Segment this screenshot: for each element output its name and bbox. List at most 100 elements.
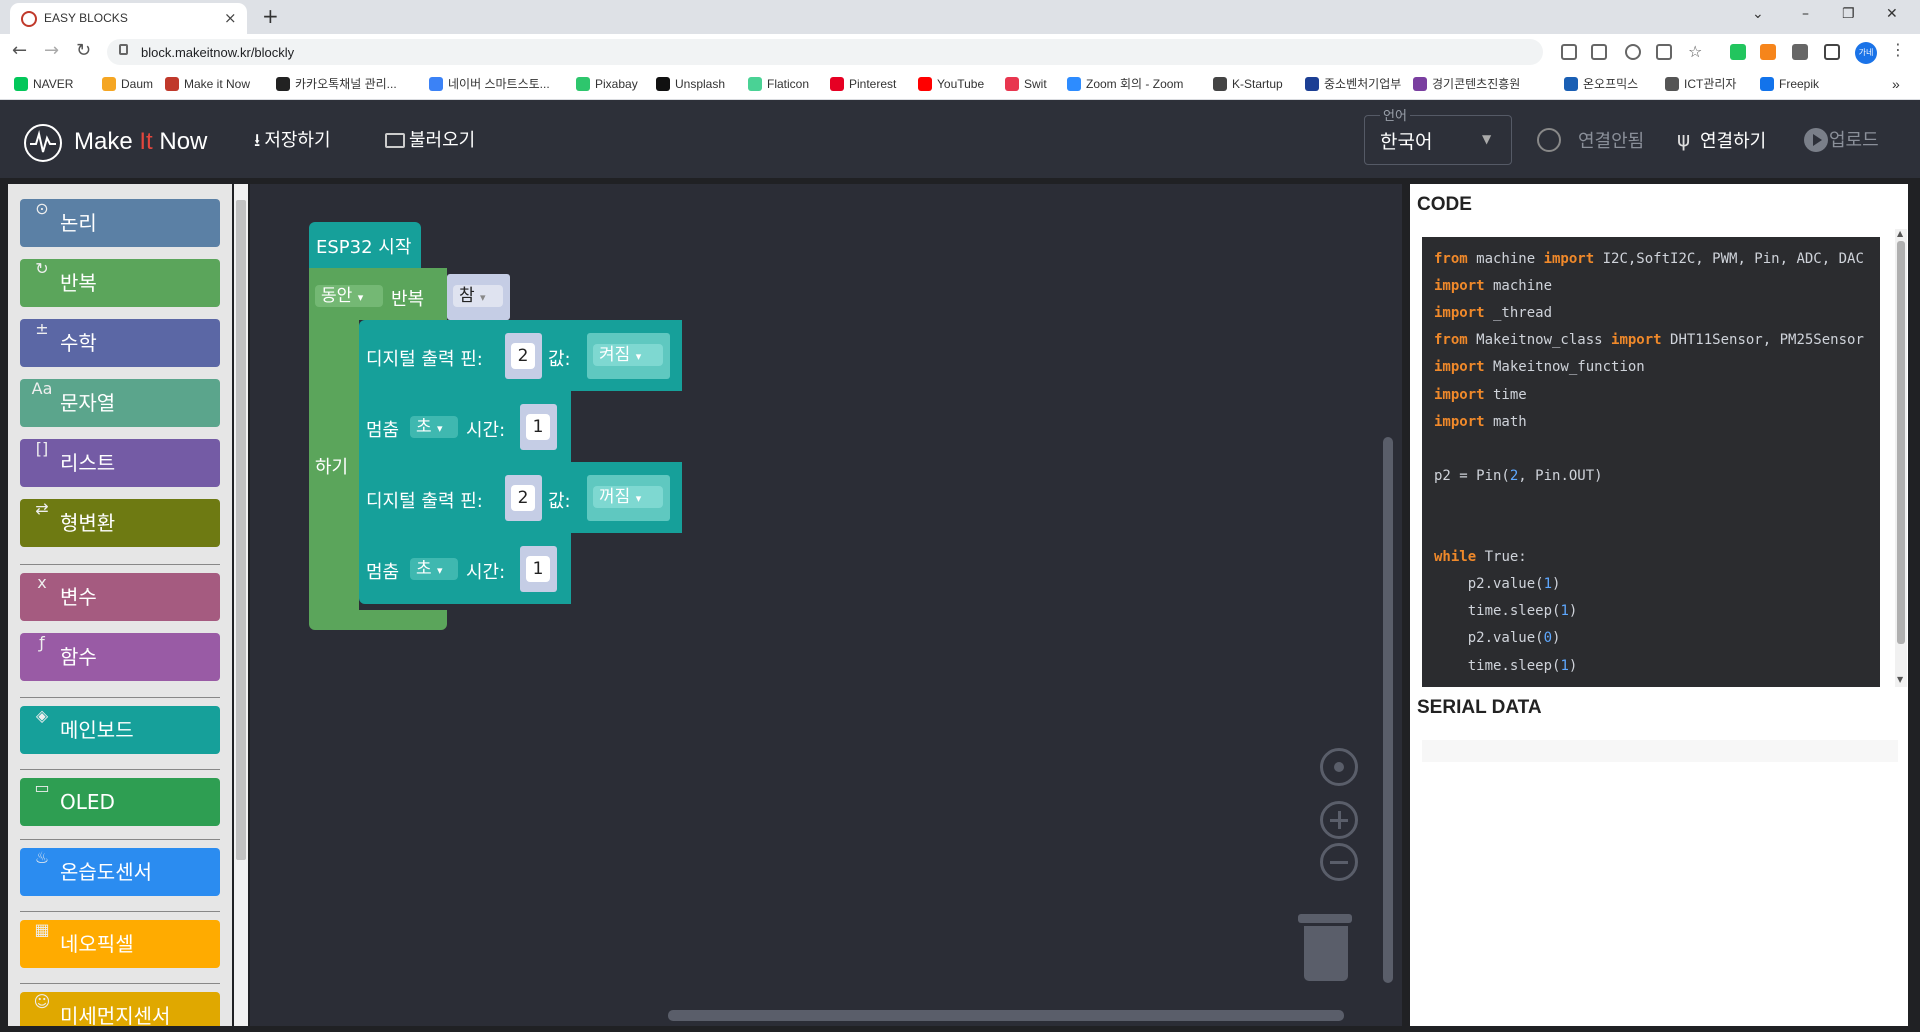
toolbox-category[interactable]: ± 수학 [20, 319, 220, 367]
back-button[interactable]: ← [12, 40, 27, 61]
serial-output[interactable] [1422, 740, 1898, 762]
toolbox-category[interactable]: ↻ 반복 [20, 259, 220, 307]
toolbox-category[interactable]: ⇄ 형변환 [20, 499, 220, 547]
bookmark-label: 중소벤처기업부 [1324, 77, 1402, 91]
workspace-horizontal-scrollbar[interactable] [668, 1010, 1344, 1021]
bookmark-label: Pinterest [849, 77, 897, 91]
condition-dropdown[interactable]: 참 ▾ [453, 285, 503, 307]
tab-search-icon[interactable]: ⌄ [1752, 6, 1764, 22]
zoom-icon[interactable] [1625, 44, 1641, 60]
code-line: from Makeitnow_class import DHT11Sensor,… [1434, 332, 1864, 348]
logic-icon: ⊙ [35, 199, 49, 218]
category-label: 변수 [60, 585, 97, 609]
toolbox-category[interactable]: Aa 문자열 [20, 379, 220, 427]
bookmark-star-icon[interactable]: ☆ [1688, 44, 1704, 60]
code-scrollbar-thumb[interactable] [1897, 241, 1905, 644]
bookmark-item[interactable]: 경기콘텐츠진흥원 [1413, 75, 1520, 93]
translate-icon[interactable] [1591, 44, 1607, 60]
toolbox-category[interactable]: x 변수 [20, 573, 220, 621]
variable-icon: x [37, 573, 47, 592]
address-bar[interactable]: block.makeitnow.kr/blockly [107, 39, 1543, 65]
toolbox-category[interactable]: ◈ 메인보드 [20, 706, 220, 754]
category-label: 네오픽셀 [60, 932, 134, 956]
bookmark-item[interactable]: ICT관리자 [1665, 75, 1736, 93]
toolbox-scrollbar-thumb[interactable] [236, 200, 246, 860]
bookmark-item[interactable]: Make it Now [165, 75, 250, 93]
code-view[interactable]: from machine import I2C,SoftI2C, PWM, Pi… [1422, 237, 1880, 687]
bookmark-item[interactable]: Freepik [1760, 75, 1819, 93]
sleep-unit-dropdown[interactable]: 초 ▾ [410, 416, 458, 438]
bookmark-item[interactable]: Zoom 회의 - Zoom [1067, 75, 1183, 93]
workspace-vertical-scrollbar[interactable] [1383, 437, 1393, 983]
convert-icon: ⇄ [35, 499, 49, 518]
extensions-puzzle-icon[interactable] [1792, 44, 1808, 60]
scroll-down-icon[interactable]: ▼ [1897, 675, 1903, 684]
share-icon[interactable] [1656, 44, 1672, 60]
reload-button[interactable]: ↻ [76, 40, 91, 61]
connect-button[interactable]: 연결하기 [1700, 127, 1766, 153]
toolbox-category[interactable]: ♨ 온습도센서 [20, 848, 220, 896]
save-button[interactable]: ⭳ 저장하기 [254, 126, 331, 158]
bookmark-item[interactable]: Pixabay [576, 75, 638, 93]
daum-icon [102, 77, 116, 91]
profile-avatar[interactable]: 가네 [1855, 42, 1877, 64]
trash-icon[interactable] [1304, 926, 1348, 981]
extension-line-icon[interactable] [1730, 44, 1746, 60]
toolbox-category[interactable]: ▭ OLED [20, 778, 220, 826]
bookmark-item[interactable]: Flaticon [748, 75, 809, 93]
bookmark-item[interactable]: YouTube [918, 75, 984, 93]
bookmark-label: Make it Now [184, 77, 251, 91]
maximize-button[interactable]: ❐ [1842, 6, 1855, 22]
metamask-icon[interactable] [1760, 44, 1776, 60]
tab-close-icon[interactable]: × [224, 9, 237, 27]
pin-number-field[interactable]: 2 [511, 343, 535, 369]
code-token: ) [1568, 603, 1578, 620]
side-panel-icon[interactable] [1824, 44, 1840, 60]
bookmark-item[interactable]: 온오프믹스 [1564, 75, 1638, 93]
bookmarks-more-icon[interactable]: » [1892, 75, 1900, 93]
time-number-field[interactable]: 1 [526, 414, 550, 440]
close-window-button[interactable]: ✕ [1886, 6, 1898, 22]
code-token: p2.value( [1434, 630, 1544, 647]
install-app-icon[interactable] [1561, 44, 1577, 60]
browser-tab[interactable]: EASY BLOCKS × [10, 3, 247, 34]
block-toolbox: ⊙ 논리 ↻ 반복 ± 수학 Aa 문자열 [] 리스트 ⇄ 형변환 x 변수 ƒ 함수 ◈ 메인보드 ▭ OLED ♨… [8, 184, 232, 1026]
bookmark-item[interactable]: Pinterest [830, 75, 896, 93]
toolbox-category[interactable]: ▦ 네오픽셀 [20, 920, 220, 968]
bookmark-item[interactable]: NAVER [14, 75, 73, 93]
browser-menu-icon[interactable]: ⋮ [1890, 40, 1906, 59]
sleep-unit-dropdown[interactable]: 초 ▾ [410, 558, 458, 580]
freepik-icon [1760, 77, 1774, 91]
bookmark-item[interactable]: K-Startup [1213, 75, 1283, 93]
bookmark-item[interactable]: Daum [102, 75, 153, 93]
forward-button[interactable]: → [44, 40, 59, 61]
zoom-in-icon[interactable] [1320, 801, 1358, 839]
on-off-dropdown[interactable]: 켜짐 ▾ [593, 344, 663, 366]
category-divider [20, 839, 220, 840]
upload-button[interactable]: 업로드 [1798, 126, 1879, 152]
time-number-field[interactable]: 1 [526, 556, 550, 582]
bookmark-item[interactable]: 네이버 스마트스토... [429, 75, 550, 93]
loop-mode-dropdown[interactable]: 동안 ▾ [315, 285, 383, 307]
load-button[interactable]: 불러오기 [385, 126, 475, 152]
bookmark-label: K-Startup [1232, 77, 1283, 91]
new-tab-button[interactable]: + [262, 4, 279, 28]
pin-number-field[interactable]: 2 [511, 485, 535, 511]
toolbox-category[interactable]: ☺ 미세먼지센서 [20, 992, 220, 1026]
bookmark-item[interactable]: 중소벤처기업부 [1305, 75, 1401, 93]
toolbox-category[interactable]: ⊙ 논리 [20, 199, 220, 247]
esp32-start-block[interactable]: ESP32 시작 [309, 222, 421, 268]
makeitnow-logo-icon [24, 124, 62, 162]
zoom-out-icon[interactable] [1320, 843, 1358, 881]
kakao-icon [276, 77, 290, 91]
minimize-button[interactable]: – [1802, 6, 1809, 22]
scroll-up-icon[interactable]: ▲ [1897, 229, 1903, 238]
toolbox-category[interactable]: ƒ 함수 [20, 633, 220, 681]
bookmark-item[interactable]: 카카오톡채널 관리... [276, 75, 397, 93]
recenter-icon[interactable] [1320, 748, 1358, 786]
bookmark-item[interactable]: Unsplash [656, 75, 725, 93]
start-block-label: ESP32 시작 [316, 237, 412, 258]
bookmark-item[interactable]: Swit [1005, 75, 1047, 93]
on-off-dropdown[interactable]: 꺼짐 ▾ [593, 486, 663, 508]
toolbox-category[interactable]: [] 리스트 [20, 439, 220, 487]
